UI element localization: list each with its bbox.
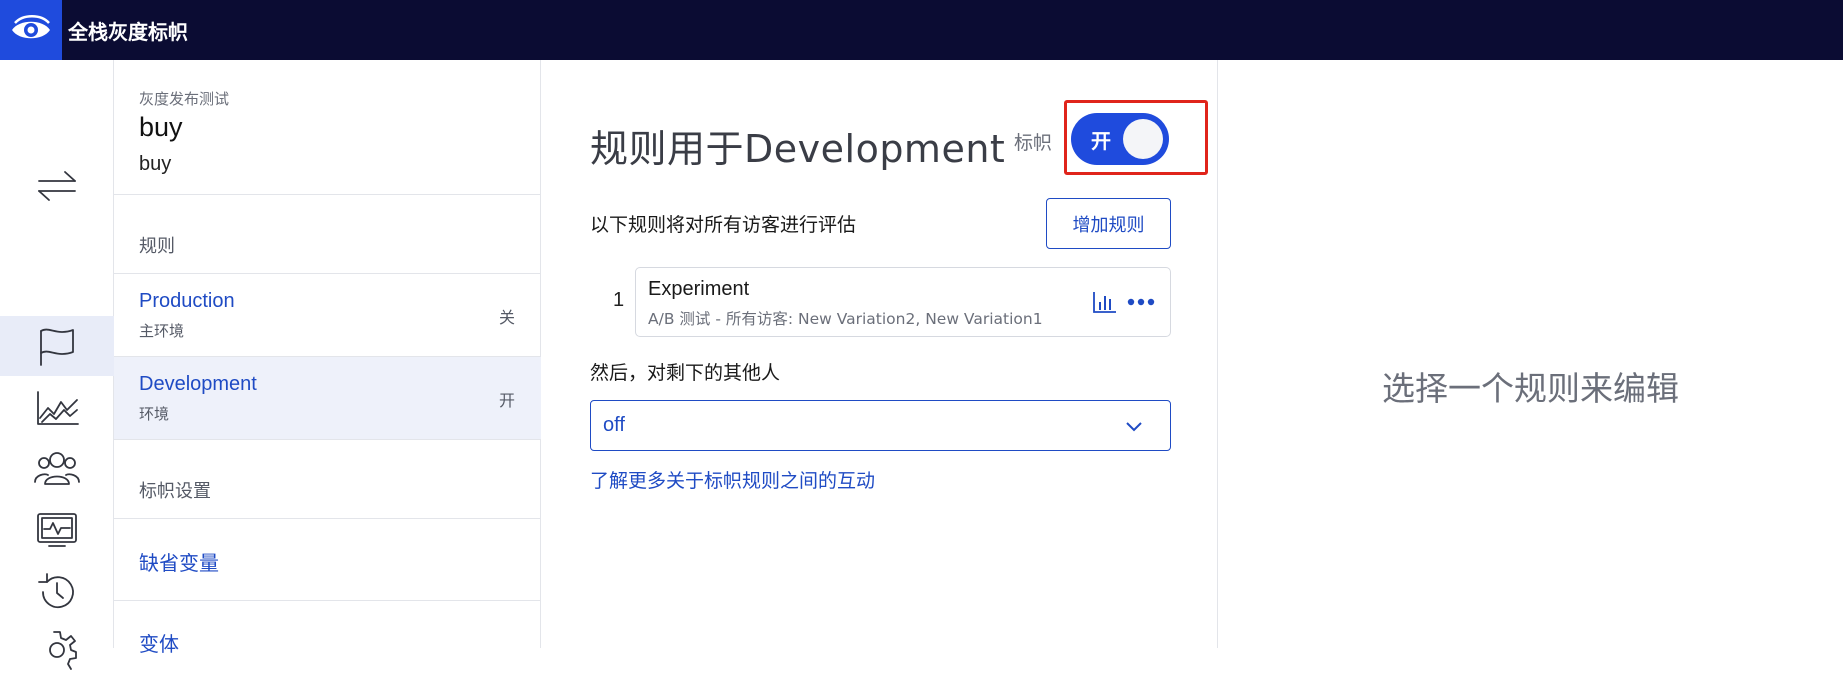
rules-main: 规则用于Development 标帜 开 以下规则将对所有访客进行评估 增加规则…: [541, 60, 1218, 648]
bar-chart-icon[interactable]: [1092, 290, 1118, 314]
learn-more-link[interactable]: 了解更多关于标帜规则之间的互动: [590, 466, 875, 493]
chevron-down-icon: [1126, 422, 1142, 432]
rule-title: Experiment: [648, 278, 750, 300]
fallthrough-value: off: [603, 414, 625, 436]
env-desc: 环境: [139, 405, 170, 423]
toggle-state-text: 开: [1091, 129, 1111, 153]
env-status: 开: [498, 391, 515, 410]
empty-state-text: 选择一个规则来编辑: [1382, 369, 1679, 408]
env-status: 关: [498, 308, 515, 327]
fallthrough-select[interactable]: off: [590, 400, 1171, 451]
nav-switch[interactable]: [0, 156, 114, 216]
flag-name: buy: [139, 112, 183, 142]
users-icon: [34, 452, 80, 485]
nav-insights[interactable]: [0, 378, 114, 438]
switch-arrows-icon: [38, 171, 76, 201]
rules-section-title: 规则: [139, 236, 175, 257]
rule-index: 1: [613, 289, 625, 311]
rules-heading: 规则用于Development: [590, 127, 1006, 171]
env-name: Production: [139, 290, 235, 312]
fallthrough-label: 然后，对剩下的其他人: [590, 362, 781, 384]
evaluation-description: 以下规则将对所有访客进行评估: [590, 214, 857, 236]
nav-monitoring[interactable]: [0, 500, 114, 560]
env-name: Development: [139, 373, 257, 395]
flag-toggle-label: 标帜: [1014, 132, 1053, 154]
flag-key: buy: [139, 153, 172, 175]
rule-subtitle: A/B 测试 - 所有访客: New Variation2, New Varia…: [648, 310, 1043, 328]
env-row-production[interactable]: Production 主环境 关: [114, 274, 541, 356]
default-variable-link[interactable]: 缺省变量: [139, 547, 219, 576]
env-desc: 主环境: [139, 322, 185, 340]
eye-logo-icon: [12, 15, 50, 39]
nav-flags[interactable]: [0, 316, 114, 376]
flag-panel: 灰度发布测试 buy buy 规则 Production 主环境 关 Devel…: [114, 60, 541, 656]
top-bar: 全栈灰度标帜: [0, 0, 1843, 60]
monitor-pulse-icon: [37, 513, 77, 547]
history-icon: [38, 573, 74, 609]
nav-audiences[interactable]: [0, 438, 114, 498]
app-logo[interactable]: [0, 0, 62, 60]
rule-editor-panel: 选择一个规则来编辑: [1218, 60, 1843, 648]
gear-icon: [49, 631, 77, 670]
rule-card[interactable]: Experiment A/B 测试 - 所有访客: New Variation2…: [635, 267, 1171, 337]
nav-rail: [0, 60, 114, 670]
variations-link[interactable]: 变体: [139, 628, 179, 657]
add-rule-button[interactable]: 增加规则: [1046, 198, 1171, 249]
flag-toggle[interactable]: 开: [1071, 113, 1169, 165]
divider: [114, 600, 541, 601]
settings-section-title: 标帜设置: [139, 481, 211, 502]
nav-settings[interactable]: [0, 620, 114, 680]
divider: [114, 439, 541, 440]
flag-icon: [40, 328, 74, 366]
divider: [114, 518, 541, 519]
nav-history[interactable]: [0, 562, 114, 622]
toggle-knob: [1123, 119, 1163, 159]
env-row-development[interactable]: Development 环境 开: [114, 357, 541, 439]
divider: [114, 194, 541, 195]
line-chart-icon: [37, 391, 79, 425]
app-title: 全栈灰度标帜: [68, 19, 188, 44]
more-options-icon[interactable]: [1126, 290, 1156, 314]
project-name: 灰度发布测试: [139, 90, 230, 108]
